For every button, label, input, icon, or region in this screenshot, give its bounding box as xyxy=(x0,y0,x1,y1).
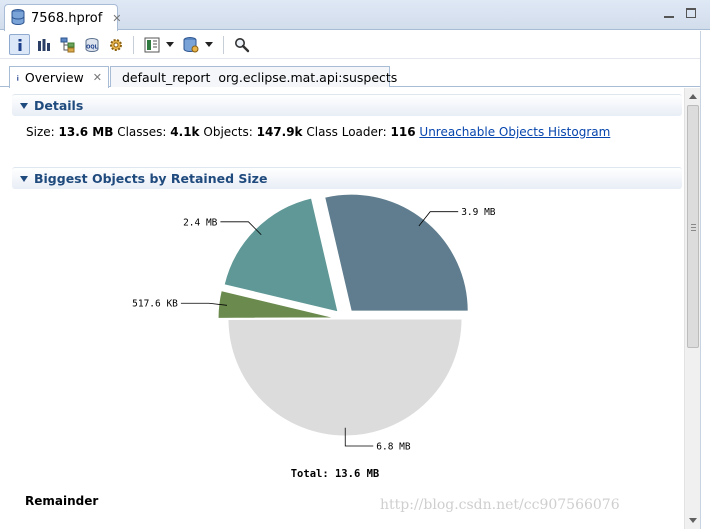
pie-slice-label-0: 3.9 MB xyxy=(461,207,496,218)
info-button[interactable] xyxy=(9,34,30,55)
dominator-tree-icon xyxy=(60,37,74,52)
svg-text:OQL: OQL xyxy=(86,44,99,50)
size-value: 13.6 MB xyxy=(58,125,114,139)
toolbar-separator xyxy=(223,35,224,54)
class-loader-label: Class Loader: xyxy=(306,125,387,139)
chevron-down-icon[interactable] xyxy=(205,42,213,47)
size-label: Size: xyxy=(26,125,55,139)
objects-value: 147.9k xyxy=(256,125,303,139)
details-title: Details xyxy=(34,98,84,113)
pie-slice-label-1: 2.4 MB xyxy=(183,217,218,228)
objects-label: Objects: xyxy=(203,125,253,139)
collapse-triangle-icon[interactable] xyxy=(20,102,28,109)
query-browser-button[interactable] xyxy=(141,34,162,55)
chevron-down-icon[interactable] xyxy=(166,42,174,47)
pie-slice-1[interactable] xyxy=(223,197,339,313)
biggest-objects-section-header[interactable]: Biggest Objects by Retained Size xyxy=(12,167,682,189)
info-icon xyxy=(18,38,21,51)
window-controls xyxy=(664,8,696,18)
details-summary: Size: 13.6 MB Classes: 4.1k Objects: 147… xyxy=(26,125,610,139)
database-gear-icon xyxy=(183,36,198,52)
tab-default-report[interactable]: default_report org.eclipse.mat.api:suspe… xyxy=(110,66,397,87)
biggest-objects-title: Biggest Objects by Retained Size xyxy=(34,171,268,186)
thread-overview-button[interactable] xyxy=(105,34,126,55)
inner-tab-bar: Overview ✕ default_report org.eclipse.ma… xyxy=(0,60,710,88)
overview-content: Details Size: 13.6 MB Classes: 4.1k Obje… xyxy=(8,88,684,529)
classes-value: 4.1k xyxy=(170,125,200,139)
maximize-icon[interactable] xyxy=(686,8,696,18)
collapse-triangle-icon[interactable] xyxy=(20,175,28,182)
pie-slice-3[interactable] xyxy=(227,318,463,437)
retained-size-pie-chart: 3.9 MB 2.4 MB 517.6 KB 6.8 MB Total: 13.6 MB xyxy=(132,193,496,480)
vertical-scrollbar[interactable] xyxy=(684,88,700,529)
watermark-text: http://blog.csdn.net/cc907566076 xyxy=(380,497,620,513)
remainder-label: Remainder xyxy=(25,494,99,508)
oql-icon: OQL xyxy=(85,37,99,52)
minimize-icon[interactable] xyxy=(664,8,674,18)
query-browser-icon xyxy=(144,37,159,52)
class-loader-value: 116 xyxy=(390,125,416,139)
window-right-edge xyxy=(700,31,710,529)
gear-icon xyxy=(109,38,122,51)
tab-overview[interactable]: Overview ✕ xyxy=(9,66,109,88)
details-section-header[interactable]: Details xyxy=(12,94,682,116)
histogram-icon xyxy=(37,38,50,51)
search-icon xyxy=(234,37,249,52)
scroll-down-icon[interactable] xyxy=(689,518,697,523)
toolbar: OQL xyxy=(0,31,710,59)
editor-tab-label: 7568.hprof xyxy=(31,10,103,26)
oql-button[interactable]: OQL xyxy=(81,34,102,55)
heap-dump-query-button[interactable] xyxy=(180,34,201,55)
pie-total-label: Total: 13.6 MB xyxy=(291,468,380,480)
unreachable-objects-histogram-link[interactable]: Unreachable Objects Histogram xyxy=(419,125,610,139)
tab-overview-label: Overview xyxy=(24,70,84,85)
close-icon[interactable]: ✕ xyxy=(112,12,121,25)
info-icon xyxy=(17,74,19,81)
toolbar-separator xyxy=(133,35,134,54)
pie-slice-label-2: 517.6 KB xyxy=(132,299,178,310)
dominator-tree-button[interactable] xyxy=(57,34,78,55)
close-icon[interactable]: ✕ xyxy=(93,71,102,84)
editor-tab-bar: 7568.hprof ✕ xyxy=(0,0,710,31)
classes-label: Classes: xyxy=(117,125,167,139)
scroll-up-icon[interactable] xyxy=(689,94,697,99)
pie-slice-label-3: 6.8 MB xyxy=(376,441,411,452)
heap-dump-icon xyxy=(11,8,25,28)
search-button[interactable] xyxy=(231,34,252,55)
tab-report-label: default_report org.eclipse.mat.api:suspe… xyxy=(122,69,398,85)
editor-tab-hprof[interactable]: 7568.hprof ✕ xyxy=(4,4,122,31)
scroll-thumb[interactable] xyxy=(687,105,699,348)
histogram-button[interactable] xyxy=(33,34,54,55)
